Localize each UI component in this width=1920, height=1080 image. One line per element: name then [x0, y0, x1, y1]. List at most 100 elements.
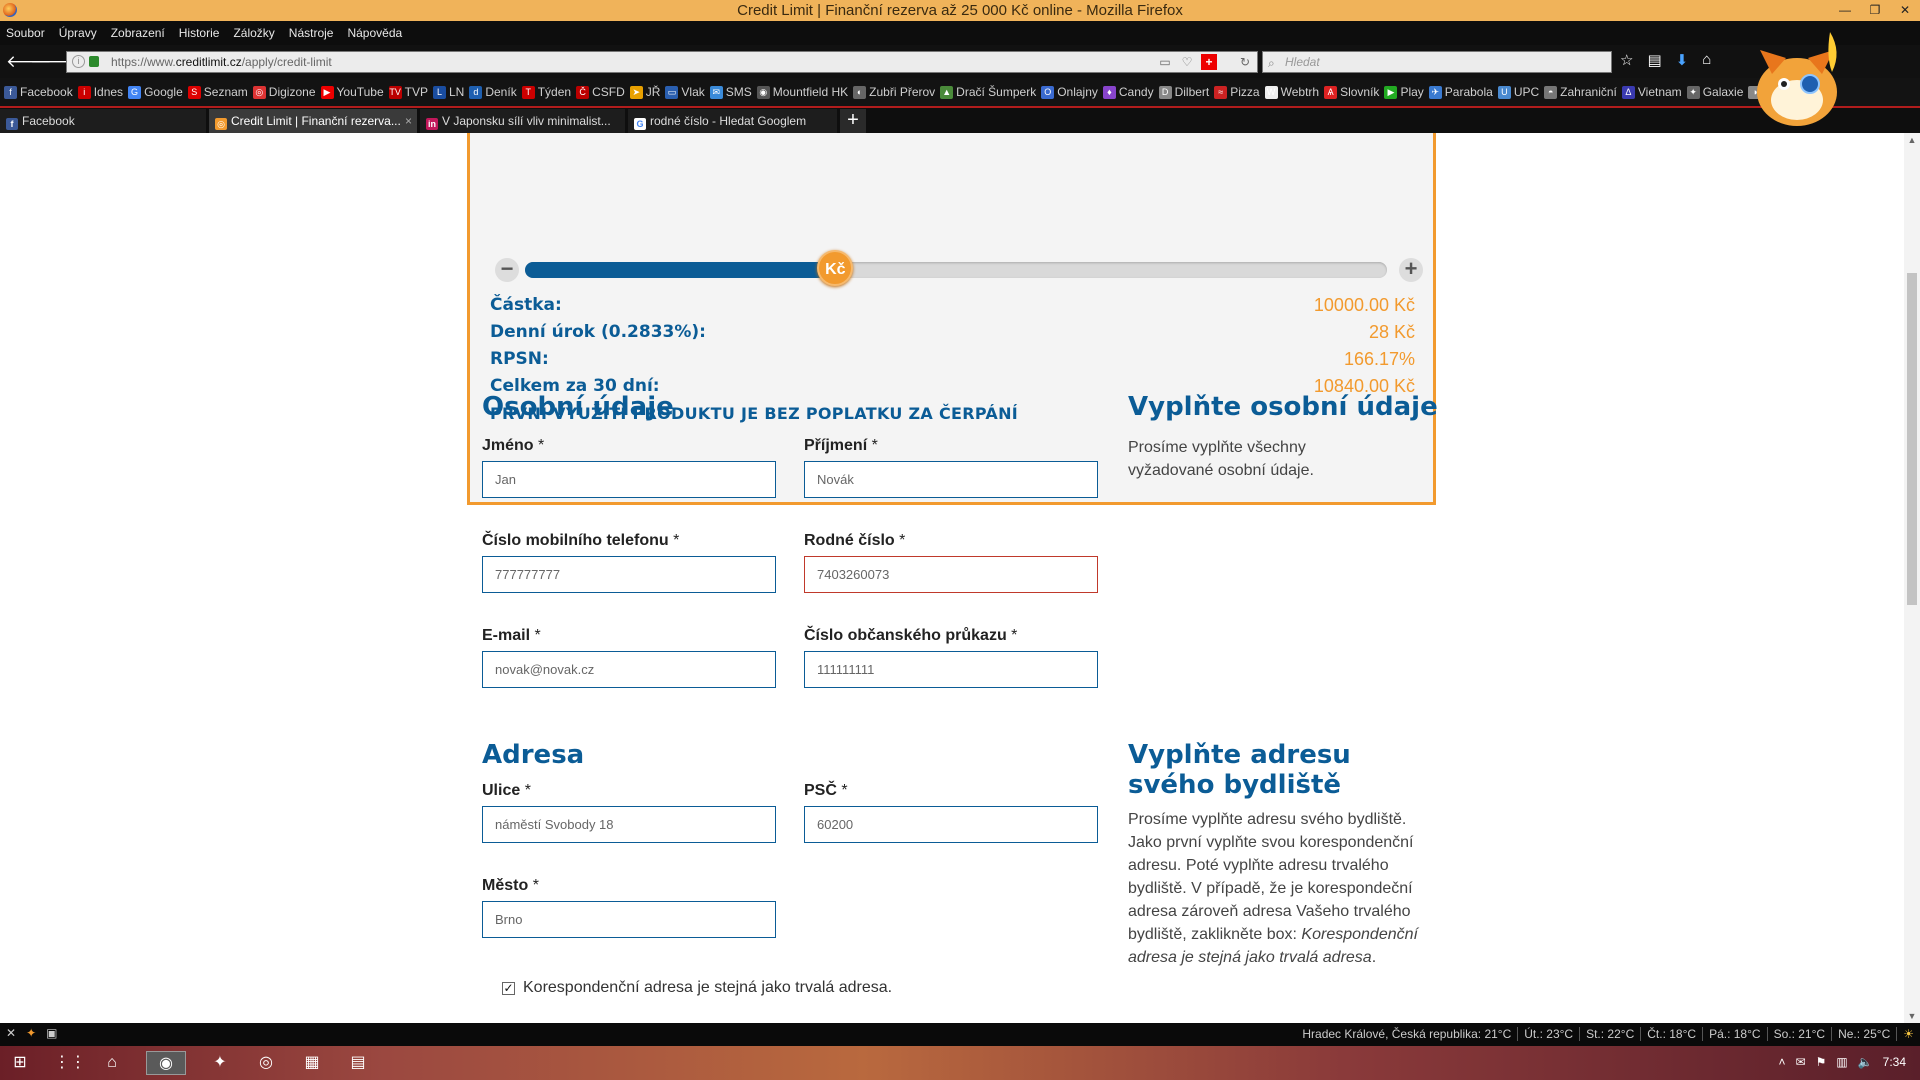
bookmark-csfd[interactable]: Č CSFD — [576, 85, 625, 99]
bookmark-idnes[interactable]: i Idnes — [77, 85, 124, 99]
clock[interactable]: 7:34 — [1883, 1055, 1906, 1069]
bookmark-google[interactable]: G Google — [128, 85, 183, 99]
tab-google-search[interactable]: Grodné číslo - Hledat Googlem — [628, 109, 837, 133]
menu-item-nastroje[interactable]: Nástroje — [289, 26, 334, 40]
scrollbar-thumb[interactable] — [1907, 273, 1917, 605]
menu-item-soubor[interactable]: Soubor — [6, 26, 45, 40]
scroll-down-icon[interactable]: ▼ — [1904, 1011, 1920, 1021]
new-tab-button[interactable]: + — [840, 109, 866, 133]
bookmark-label: Idnes — [93, 85, 124, 99]
bookmark-sms[interactable]: ✉ SMS — [709, 85, 752, 99]
taskbar-home-icon[interactable]: ⌂ — [100, 1051, 124, 1075]
pocket-icon[interactable]: ♡ — [1179, 54, 1195, 70]
tab-credit-limit[interactable]: ◎ Credit Limit | Finanční rezerva... × — [209, 109, 417, 133]
op-input[interactable]: 111111111 — [804, 651, 1098, 688]
same-address-checkbox[interactable]: ✓ — [502, 981, 515, 995]
menu-item-zalozky[interactable]: Záložky — [233, 26, 274, 40]
bookmark-slovn-k[interactable]: Ѧ Slovník — [1324, 85, 1379, 99]
calc-value: 10000.00 Kč — [1313, 295, 1415, 315]
tab-japonsko[interactable]: in V Japonsku sílí vliv minimalist... — [420, 109, 625, 133]
bookmark-facebook[interactable]: f Facebook — [4, 85, 73, 99]
start-windows-icon[interactable]: ⊞ — [8, 1051, 32, 1075]
vertical-scrollbar[interactable]: ▲ ▼ — [1904, 133, 1920, 1023]
telefon-input[interactable]: 777777777 — [482, 556, 776, 593]
swiss-flag-icon[interactable]: + — [1201, 54, 1217, 70]
bookmark-seznam[interactable]: S Seznam — [187, 85, 248, 99]
bookmark-digizone[interactable]: ◎ Digizone — [252, 85, 316, 99]
close-button[interactable]: ✕ — [1890, 0, 1920, 21]
bookmark-tvp[interactable]: TV TVP — [388, 85, 428, 99]
reader-view-icon[interactable]: ▭ — [1157, 54, 1173, 70]
reload-icon[interactable]: ↻ — [1237, 54, 1253, 70]
bookmark-den-k[interactable]: d Deník — [469, 85, 517, 99]
home-icon[interactable]: ⌂ — [1702, 51, 1711, 69]
bookmark-t-den[interactable]: T Týden — [521, 85, 571, 99]
bookmark-mountfield-hk[interactable]: ◉ Mountfield HK — [756, 85, 848, 99]
bookmark-star-icon[interactable]: ☆ — [1620, 51, 1633, 69]
tab-close-icon[interactable]: × — [405, 109, 412, 133]
menu-item-historie[interactable]: Historie — [179, 26, 220, 40]
jmeno-input[interactable]: Jan — [482, 461, 776, 498]
bookmark-play[interactable]: ▶ Play — [1384, 85, 1424, 99]
menu-item-napoveda[interactable]: Nápověda — [347, 26, 402, 40]
bookmark-parabola[interactable]: ✈ Parabola — [1428, 85, 1493, 99]
rodne-cislo-input[interactable]: 7403260073 — [804, 556, 1098, 593]
bookmark-ln[interactable]: L LN — [433, 85, 464, 99]
tray-network-icon[interactable]: ▥ — [1836, 1055, 1847, 1069]
email-input[interactable]: novak@novak.cz — [482, 651, 776, 688]
close-addon-bar-icon[interactable]: ✕ — [6, 1026, 16, 1040]
back-icon[interactable]: 🡐 — [6, 51, 52, 73]
maximize-button[interactable]: ❐ — [1860, 0, 1890, 21]
bookmarks-list-icon[interactable]: ▤ — [1647, 51, 1661, 69]
tray-flag-icon[interactable]: ⚑ — [1816, 1055, 1827, 1069]
menu-item-zobrazeni[interactable]: Zobrazení — [111, 26, 165, 40]
required-mark: * — [841, 782, 848, 799]
addon-page-icon[interactable]: ▣ — [46, 1026, 57, 1040]
menu-item-upravy[interactable]: Úpravy — [59, 26, 97, 40]
scroll-up-icon[interactable]: ▲ — [1904, 135, 1920, 145]
plus-button[interactable]: + — [1399, 258, 1423, 282]
bookmark-favicon-icon: i — [77, 85, 91, 99]
taskbar-firefox-icon[interactable]: ◉ — [146, 1051, 186, 1075]
bookmark-youtube[interactable]: ▶ YouTube — [320, 85, 384, 99]
slider-handle[interactable]: Kč — [817, 250, 854, 286]
bookmark-j-[interactable]: ➤ JŘ — [629, 85, 660, 99]
taskbar-app-icon[interactable]: ✦ — [208, 1051, 232, 1075]
bookmark-dra-umperk[interactable]: ▲ Dračí Šumperk — [940, 85, 1036, 99]
taskbar-grid-icon[interactable]: ⋮⋮ — [54, 1051, 86, 1075]
tray-mail-icon[interactable]: ✉ — [1796, 1055, 1806, 1069]
download-icon[interactable]: ⬇ — [1676, 51, 1689, 69]
bookmark-zub-i-p-erov[interactable]: ◐ Zubři Přerov — [853, 85, 935, 99]
bookmark-galaxie[interactable]: ✦ Galaxie — [1686, 85, 1743, 99]
ulice-input[interactable]: náměstí Svobody 18 — [482, 806, 776, 843]
tray-chevron-icon[interactable]: ˄ — [1779, 1055, 1786, 1069]
bookmark-vietnam[interactable]: Δ Vietnam — [1621, 85, 1682, 99]
addon-fox-icon[interactable]: ✦ — [26, 1026, 36, 1040]
tray-volume-icon[interactable]: 🔈 — [1858, 1055, 1873, 1069]
required-mark: * — [1011, 627, 1018, 644]
info-icon[interactable]: i — [72, 55, 85, 68]
bookmark-vlak[interactable]: ▭ Vlak — [665, 85, 705, 99]
amount-slider[interactable] — [525, 262, 1387, 278]
mesto-input[interactable]: Brno — [482, 901, 776, 938]
bookmark-pizza[interactable]: ≈ Pizza — [1214, 85, 1260, 99]
url-bar[interactable]: i https://www.creditlimit.cz/apply/credi… — [66, 51, 1258, 73]
weather-forecast[interactable]: Hradec Králové, Česká republika: 21°C Út… — [1296, 1027, 1914, 1041]
same-address-checkbox-row[interactable]: ✓ Korespondenční adresa je stejná jako t… — [502, 979, 892, 997]
tab-facebook[interactable]: f Facebook — [0, 109, 206, 133]
bookmark-webtrh[interactable]: W Webtrh — [1264, 85, 1319, 99]
bookmark-upc[interactable]: U UPC — [1497, 85, 1539, 99]
search-bar[interactable]: ⌕ Hledat — [1262, 51, 1612, 73]
prijmeni-input[interactable]: Novák — [804, 461, 1098, 498]
forward-icon[interactable]: 🡒 — [30, 51, 76, 73]
taskbar-calc-icon[interactable]: ▤ — [346, 1051, 370, 1075]
bookmark-zahrani-n-[interactable]: ◓ Zahraniční — [1544, 85, 1617, 99]
taskbar-app2-icon[interactable]: ◎ — [254, 1051, 278, 1075]
minus-button[interactable]: − — [495, 258, 519, 282]
psc-input[interactable]: 60200 — [804, 806, 1098, 843]
bookmark-candy[interactable]: ♦ Candy — [1102, 85, 1154, 99]
bookmark-dilbert[interactable]: D Dilbert — [1158, 85, 1209, 99]
taskbar-folder-icon[interactable]: ▦ — [300, 1051, 324, 1075]
bookmark-onlajny[interactable]: O Onlajny — [1041, 85, 1098, 99]
minimize-button[interactable]: — — [1830, 0, 1860, 21]
